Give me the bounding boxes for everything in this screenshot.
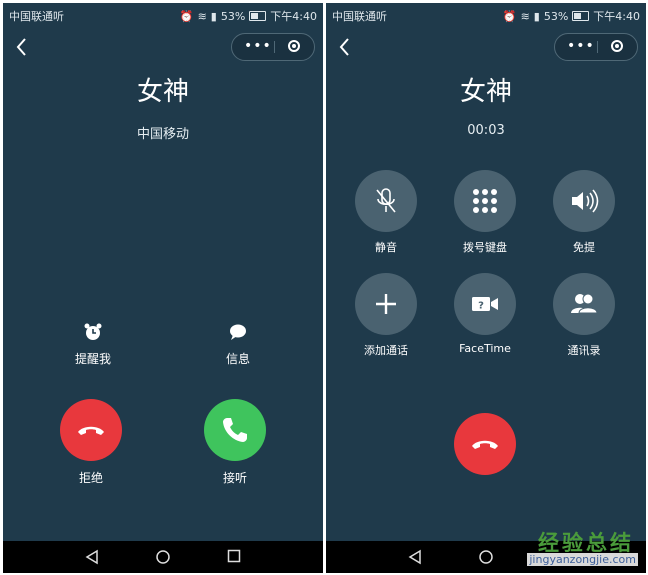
signal-icon: ▮ xyxy=(210,9,217,23)
plus-icon xyxy=(376,294,396,314)
status-time: 下午4:40 xyxy=(593,10,640,23)
message-bubble-icon xyxy=(230,324,246,340)
nav-back-icon[interactable] xyxy=(408,549,422,565)
back-arrow-icon xyxy=(16,38,26,56)
speaker-label: 免提 xyxy=(573,241,595,254)
facetime-button[interactable]: ? xyxy=(454,273,516,335)
mute-label: 静音 xyxy=(375,241,397,254)
remind-me-label: 提醒我 xyxy=(74,352,111,366)
decline-label: 拒绝 xyxy=(78,471,103,485)
status-carrier: 中国联通听 xyxy=(9,10,64,23)
navigation-bar xyxy=(3,541,323,573)
alarm-icon: ⏰ xyxy=(502,9,517,23)
battery-percent: 53% xyxy=(543,9,569,23)
battery-percent: 53% xyxy=(220,9,246,23)
status-time: 下午4:40 xyxy=(270,10,317,23)
mute-button[interactable] xyxy=(355,170,417,232)
call-timer: 00:03 xyxy=(467,123,505,138)
signal-icon: ▮ xyxy=(533,9,540,23)
alarm-clock-icon xyxy=(84,323,102,340)
watermark: 经验总结 jingyanzongjie.com xyxy=(498,527,638,571)
status-carrier: 中国联通听 xyxy=(332,10,387,23)
svg-text:?: ? xyxy=(478,301,484,312)
capsule-divider xyxy=(274,41,275,53)
answer-button[interactable] xyxy=(204,399,266,461)
contact-name: 女神 xyxy=(459,77,512,107)
contacts-label: 通讯录 xyxy=(567,344,601,357)
keypad-icon xyxy=(473,189,497,213)
nav-recents-icon[interactable] xyxy=(227,549,241,563)
watermark-url: jingyanzongjie.com xyxy=(527,553,638,566)
status-right: ⏰ ≋ ▮ 53% 下午4:40 xyxy=(503,8,640,24)
hang-up-icon xyxy=(472,440,498,449)
contacts-button[interactable] xyxy=(553,273,615,335)
decline-button[interactable] xyxy=(60,399,122,461)
mini-program-capsule: ••• xyxy=(231,33,315,61)
message-button[interactable]: 信息 xyxy=(198,321,278,367)
nav-back-icon[interactable] xyxy=(85,549,99,565)
status-bar: 中国联通听 ⏰ ≋ ▮ 53% 下午4:40 xyxy=(3,3,323,27)
phone-icon xyxy=(223,418,247,442)
contact-name: 女神 xyxy=(136,77,189,107)
nav-home-icon[interactable] xyxy=(478,549,494,565)
back-button[interactable] xyxy=(15,37,35,61)
more-options-button[interactable]: ••• xyxy=(567,34,594,60)
close-target-button[interactable] xyxy=(288,40,300,52)
status-right: ⏰ ≋ ▮ 53% 下午4:40 xyxy=(180,8,317,24)
add-call-label: 添加通话 xyxy=(364,344,408,357)
speaker-icon xyxy=(572,189,599,213)
add-call-button[interactable] xyxy=(355,273,417,335)
capsule-divider xyxy=(597,41,598,53)
speaker-button[interactable] xyxy=(553,170,615,232)
wifi-icon: ≋ xyxy=(520,9,530,23)
alarm-icon: ⏰ xyxy=(179,9,194,23)
battery-icon xyxy=(572,11,590,21)
end-call-button[interactable] xyxy=(454,413,516,475)
status-bar: 中国联通听 ⏰ ≋ ▮ 53% 下午4:40 xyxy=(326,3,646,27)
wifi-icon: ≋ xyxy=(197,9,207,23)
hang-up-icon xyxy=(78,426,104,435)
nav-home-icon[interactable] xyxy=(155,549,171,565)
answer-label: 接听 xyxy=(222,471,247,485)
incoming-call-screen: 中国联通听 ⏰ ≋ ▮ 53% 下午4:40 ••• 女神 中国移动 提醒我 信… xyxy=(3,3,323,573)
back-button[interactable] xyxy=(338,37,358,61)
keypad-button[interactable] xyxy=(454,170,516,232)
keypad-label: 拨号键盘 xyxy=(463,241,507,254)
close-target-button[interactable] xyxy=(611,40,623,52)
facetime-label: FaceTime xyxy=(459,342,511,355)
back-arrow-icon xyxy=(339,38,349,56)
caller-carrier: 中国移动 xyxy=(136,127,189,142)
mini-program-capsule: ••• xyxy=(554,33,638,61)
contacts-icon xyxy=(571,293,598,314)
mute-icon xyxy=(376,188,396,213)
remind-me-button[interactable]: 提醒我 xyxy=(53,321,133,367)
in-call-screen: 中国联通听 ⏰ ≋ ▮ 53% 下午4:40 ••• 女神 00:03 静音 拨… xyxy=(326,3,646,573)
facetime-icon: ? xyxy=(472,297,498,312)
more-options-button[interactable]: ••• xyxy=(244,34,271,60)
battery-icon xyxy=(249,11,267,21)
message-label: 信息 xyxy=(225,352,250,366)
